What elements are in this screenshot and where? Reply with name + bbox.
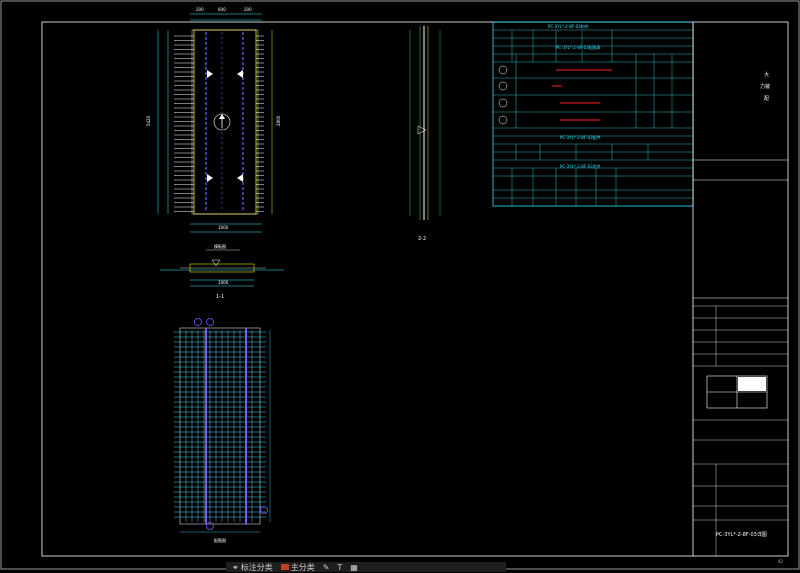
svg-text:200: 200	[244, 7, 252, 12]
svg-text:1000: 1000	[218, 280, 229, 285]
svg-text:200: 200	[196, 7, 204, 12]
inner-border	[41, 21, 789, 557]
company-line2: 力装	[760, 83, 770, 90]
elevation-label: 模板图	[214, 243, 226, 249]
status-bar: ⚭ 标注分类 主分类 ✎ T ▦	[226, 562, 506, 572]
svg-text:2800: 2800	[276, 115, 281, 126]
layer-label: 主分类	[290, 562, 315, 572]
layer-button[interactable]: 主分类	[280, 562, 315, 573]
rebar-label: 配筋图	[214, 537, 226, 543]
cad-drawing-canvas[interactable]: 200 600 200 5420 2800 1000 模板图 1000 1-1 …	[0, 0, 800, 572]
outer-border	[0, 0, 800, 570]
lift-schedule-title: PC-3YL*-2-8F-03吊件	[560, 163, 601, 169]
section-1-1: 1000 1-1	[160, 259, 284, 300]
embed-schedule-title: PC-3YL*-2-8F-03配件	[560, 134, 601, 140]
rebar-schedule-title: PC-3YL*-2-8F-03配筋表	[556, 44, 601, 50]
schedule-title: PC-3YL*-2-8F-03构件	[548, 23, 589, 29]
tool-label: 标注分类	[240, 562, 273, 572]
schedule-table: PC-3YL*-2-8F-03构件 PC-3YL*-2-8F-03配筋表 PC-…	[492, 21, 694, 207]
text-icon[interactable]: T	[337, 563, 342, 572]
svg-text:5420: 5420	[146, 115, 151, 126]
drawing-title: PC-3YL*-2-8F-03详图	[716, 531, 767, 538]
company-line1: 大	[764, 71, 769, 78]
section-2-2: 2-2	[409, 26, 441, 242]
pencil-icon[interactable]: ✎	[323, 563, 330, 572]
annotation-tool-button[interactable]: ⚭ 标注分类	[232, 562, 273, 573]
rebar-view: 配筋图	[174, 318, 271, 543]
view-1-1-label: 1-1	[216, 294, 224, 300]
svg-text:600: 600	[218, 7, 226, 12]
company-line3: 配	[764, 96, 769, 102]
elevation-view: 200 600 200 5420 2800 1000 模板图	[146, 7, 281, 251]
view-2-2-label: 2-2	[418, 236, 426, 242]
grid-icon[interactable]: ▦	[350, 563, 358, 572]
layer-color-swatch	[280, 564, 289, 570]
sheet-number: 42	[778, 559, 784, 564]
title-block: 大 力装 配 PC-3YL*-2-8F-03详图 42	[692, 22, 788, 564]
link-icon: ⚭	[232, 562, 239, 572]
svg-text:1000: 1000	[218, 225, 229, 230]
